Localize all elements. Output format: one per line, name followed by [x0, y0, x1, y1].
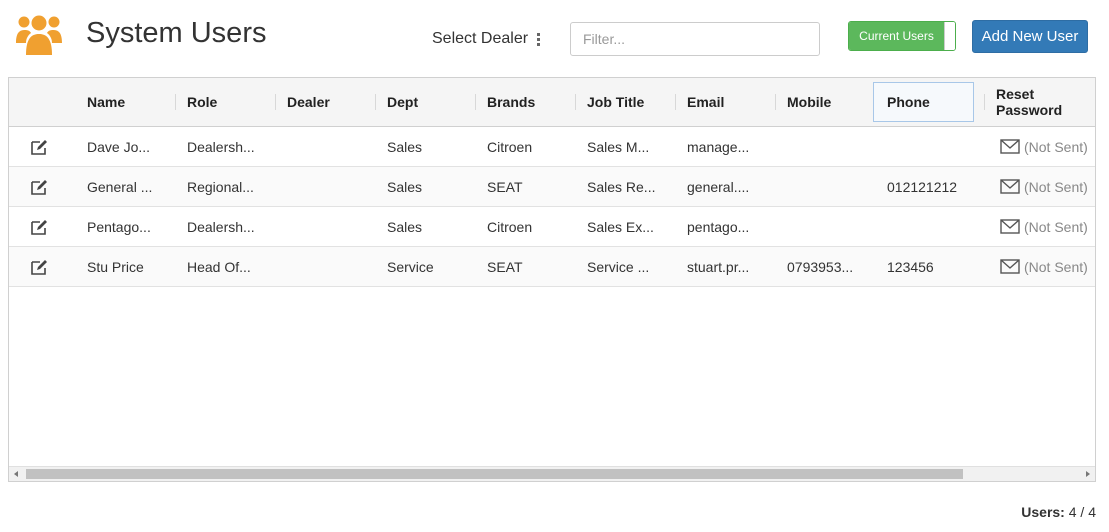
edit-icon[interactable]	[31, 259, 49, 275]
scrollbar-thumb[interactable]	[26, 469, 963, 479]
cell-email: general....	[687, 178, 750, 195]
users-count-label: Users:	[1021, 504, 1065, 520]
column-header-job-title[interactable]: Job Title	[574, 78, 644, 126]
cell-brands: Citroen	[487, 138, 533, 155]
cell-role: Head Of...	[187, 258, 251, 275]
table-row[interactable]: Dave Jo... Dealersh... Sales Citroen Sal…	[9, 127, 1095, 167]
select-dealer-dropdown[interactable]: Select Dealer	[432, 28, 541, 50]
grid-rows: Dave Jo... Dealersh... Sales Citroen Sal…	[9, 127, 1095, 287]
current-users-toggle[interactable]: Current Users	[848, 21, 956, 51]
table-row[interactable]: General ... Regional... Sales SEAT Sales…	[9, 167, 1095, 207]
edit-icon[interactable]	[31, 219, 49, 235]
reset-status: (Not Sent)	[1024, 138, 1088, 155]
reset-password-cell[interactable]: (Not Sent)	[1000, 127, 1088, 166]
scroll-right-arrow-icon[interactable]	[1083, 469, 1093, 479]
cell-phone: 012121212	[887, 178, 958, 195]
grid-header: Name Role Dealer Dept Brands Job Title E…	[9, 78, 1095, 127]
cell-email: stuart.pr...	[687, 258, 750, 275]
cell-brands: Citroen	[487, 218, 533, 235]
column-header-dept[interactable]: Dept	[374, 78, 418, 126]
cell-name: General ...	[87, 178, 153, 195]
envelope-icon[interactable]	[1000, 259, 1020, 274]
cell-role: Dealersh...	[187, 138, 255, 155]
users-icon	[16, 15, 62, 55]
envelope-icon[interactable]	[1000, 179, 1020, 194]
reset-password-cell[interactable]: (Not Sent)	[1000, 247, 1088, 286]
cell-brands: SEAT	[487, 258, 523, 275]
users-count-value: 4 / 4	[1068, 504, 1096, 520]
edit-icon[interactable]	[31, 179, 49, 195]
cell-email: manage...	[687, 138, 750, 155]
cell-job-title: Sales Ex...	[587, 218, 654, 235]
toggle-handle	[944, 22, 955, 50]
column-header-role[interactable]: Role	[174, 78, 217, 126]
cell-mobile: 0793953...	[787, 258, 854, 275]
edit-icon[interactable]	[31, 139, 49, 155]
cell-job-title: Service ...	[587, 258, 650, 275]
reset-status: (Not Sent)	[1024, 218, 1088, 235]
cell-name: Pentago...	[87, 218, 151, 235]
cell-dept: Service	[387, 258, 434, 275]
cell-phone: 123456	[887, 258, 934, 275]
cell-dept: Sales	[387, 138, 423, 155]
envelope-icon[interactable]	[1000, 219, 1020, 234]
table-row[interactable]: Pentago... Dealersh... Sales Citroen Sal…	[9, 207, 1095, 247]
cell-name: Stu Price	[87, 258, 144, 275]
envelope-icon[interactable]	[1000, 139, 1020, 154]
cell-role: Regional...	[187, 178, 254, 195]
column-header-reset-password[interactable]: Reset Password	[984, 78, 1095, 126]
filter-input[interactable]	[570, 22, 820, 56]
scroll-left-arrow-icon[interactable]	[11, 469, 21, 479]
column-header-name[interactable]: Name	[87, 78, 125, 126]
users-grid: Name Role Dealer Dept Brands Job Title E…	[8, 77, 1096, 482]
select-dealer-label: Select Dealer	[432, 30, 529, 47]
table-row[interactable]: Stu Price Head Of... Service SEAT Servic…	[9, 247, 1095, 287]
reset-password-cell[interactable]: (Not Sent)	[1000, 207, 1088, 246]
cell-name: Dave Jo...	[87, 138, 151, 155]
cell-role: Dealersh...	[187, 218, 255, 235]
users-count: Users: 4 / 4	[1021, 504, 1096, 520]
cell-dept: Sales	[387, 218, 423, 235]
horizontal-scrollbar[interactable]	[9, 466, 1095, 481]
column-header-dealer[interactable]: Dealer	[275, 78, 330, 126]
reset-password-cell[interactable]: (Not Sent)	[1000, 167, 1088, 206]
cell-job-title: Sales M...	[587, 138, 650, 155]
cell-dept: Sales	[387, 178, 423, 195]
reset-status: (Not Sent)	[1024, 178, 1088, 195]
cell-job-title: Sales Re...	[587, 178, 656, 195]
column-header-phone[interactable]: Phone	[887, 78, 930, 126]
reset-status: (Not Sent)	[1024, 258, 1088, 275]
kebab-menu-icon	[537, 32, 541, 46]
cell-email: pentago...	[687, 218, 750, 235]
page-title: System Users	[86, 17, 267, 49]
current-users-toggle-label: Current Users	[849, 22, 944, 50]
cell-brands: SEAT	[487, 178, 523, 195]
add-new-user-button[interactable]: Add New User	[972, 20, 1088, 53]
column-header-brands[interactable]: Brands	[474, 78, 535, 126]
column-header-mobile[interactable]: Mobile	[774, 78, 831, 126]
column-header-email[interactable]: Email	[674, 78, 724, 126]
